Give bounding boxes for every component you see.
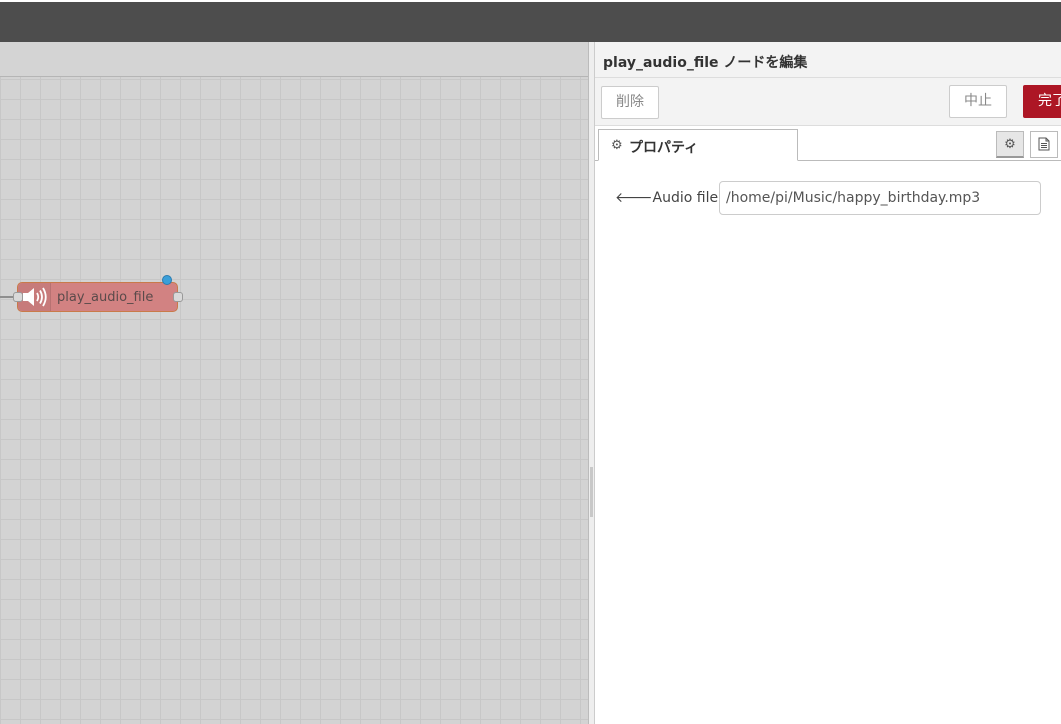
workspace-canvas[interactable]	[0, 77, 588, 724]
tray-header: play_audio_file ノードを編集	[595, 42, 1061, 78]
gear-icon: ⚙	[611, 138, 623, 153]
node-changed-indicator	[162, 275, 172, 285]
tab-properties-label: プロパティ	[629, 140, 699, 156]
node-output-port[interactable]	[173, 292, 183, 302]
node-label: play_audio_file	[57, 290, 154, 305]
tray-title: play_audio_file ノードを編集	[603, 55, 808, 71]
workspace-tab-bar	[0, 42, 588, 77]
flow-workspace[interactable]	[0, 42, 588, 724]
tray-tabs: ⚙ プロパティ ⚙	[595, 126, 1061, 161]
audio-file-label: 🡐Audio file	[615, 189, 718, 206]
tray-toolbar: 削除 中止 完了	[595, 78, 1061, 126]
splitter-handle[interactable]	[590, 467, 593, 517]
delete-button[interactable]: 削除	[601, 86, 659, 119]
document-icon	[1038, 137, 1050, 151]
done-button[interactable]: 完了	[1023, 85, 1061, 118]
audio-file-label-text: Audio file	[652, 190, 719, 206]
audio-file-input[interactable]	[719, 181, 1041, 215]
node-description-button[interactable]	[1030, 131, 1058, 158]
panel-splitter[interactable]	[588, 42, 595, 724]
cancel-button[interactable]: 中止	[949, 85, 1007, 118]
node-edit-tray: play_audio_file ノードを編集 削除 中止 完了 ⚙ プロパティ …	[595, 42, 1061, 724]
form-row-audio-file: 🡐Audio file	[595, 181, 1061, 215]
top-header-bar	[0, 0, 1061, 42]
gear-icon: ⚙	[1004, 137, 1016, 152]
arrow-left-icon: 🡐	[615, 190, 653, 206]
node-settings-button[interactable]: ⚙	[996, 131, 1024, 158]
tab-properties[interactable]: ⚙ プロパティ	[598, 129, 798, 161]
speaker-icon	[23, 287, 47, 307]
node-input-port[interactable]	[13, 292, 23, 302]
flow-node-play-audio-file[interactable]: play_audio_file	[17, 282, 178, 312]
